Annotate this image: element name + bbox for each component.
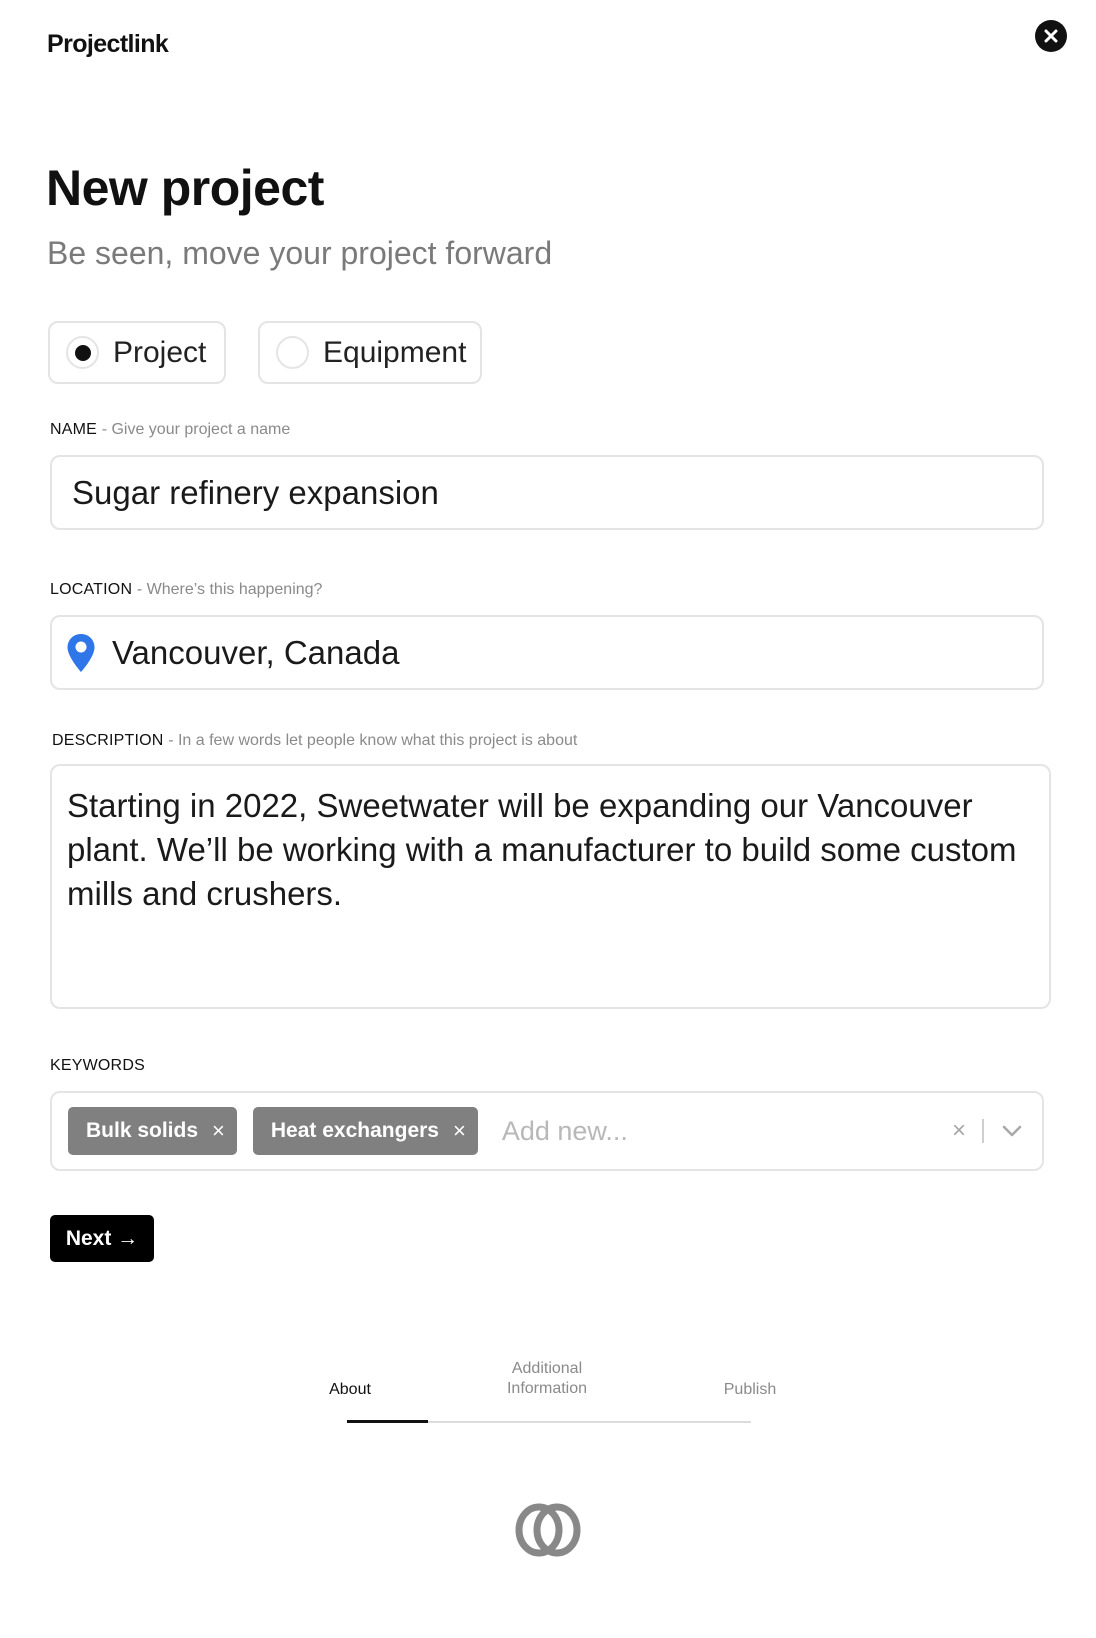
chevron-down-icon[interactable]	[1002, 1125, 1022, 1137]
step-publish[interactable]: Publish	[700, 1380, 800, 1400]
description-hint: - In a few words let people know what th…	[168, 732, 578, 749]
radio-option-project[interactable]: Project	[48, 321, 226, 384]
page-title: New project	[46, 160, 324, 216]
step-additional-information[interactable]: Additional Information	[487, 1359, 607, 1399]
keywords-label: KEYWORDS	[50, 1057, 145, 1074]
location-input-value: Vancouver, Canada	[112, 633, 400, 671]
radio-selected-icon	[66, 336, 99, 369]
close-circle-icon	[1044, 29, 1058, 43]
keyword-tag-label: Heat exchangers	[270, 1119, 439, 1142]
keyword-tag: Heat exchangers ×	[252, 1107, 478, 1155]
radio-label-equipment: Equipment	[323, 335, 467, 369]
page-subtitle: Be seen, move your project forward	[47, 235, 553, 271]
next-button[interactable]: Next →	[50, 1215, 154, 1262]
location-label: LOCATION - Where’s this happening?	[50, 581, 322, 599]
name-label-text: NAME	[50, 421, 98, 438]
location-label-text: LOCATION	[50, 581, 133, 598]
location-hint: - Where’s this happening?	[136, 581, 323, 598]
name-input[interactable]: Sugar refinery expansion	[50, 455, 1044, 530]
close-button[interactable]	[1035, 20, 1067, 52]
interlocking-rings-icon	[515, 1503, 581, 1557]
name-input-value: Sugar refinery expansion	[72, 473, 439, 511]
keyword-tag-label: Bulk solids	[86, 1119, 199, 1142]
description-textarea[interactable]: Starting in 2022, Sweetwater will be exp…	[50, 764, 1051, 1009]
map-pin-icon	[67, 633, 95, 672]
keyword-tag: Bulk solids ×	[68, 1107, 237, 1155]
progress-fill	[347, 1420, 428, 1423]
step-about[interactable]: About	[300, 1380, 400, 1400]
radio-label-project: Project	[113, 335, 207, 369]
name-hint: - Give your project a name	[101, 421, 291, 438]
keywords-input[interactable]: Bulk solids × Heat exchangers × Add new.…	[50, 1091, 1044, 1171]
description-label-text: DESCRIPTION	[52, 732, 164, 749]
keywords-divider	[982, 1119, 984, 1143]
radio-unselected-icon	[276, 336, 309, 369]
description-label: DESCRIPTION - In a few words let people …	[52, 732, 577, 750]
keywords-placeholder[interactable]: Add new...	[502, 1116, 952, 1147]
radio-option-equipment[interactable]: Equipment	[258, 321, 482, 384]
app-logo[interactable]: Projectlink	[47, 30, 169, 59]
remove-tag-icon[interactable]: ×	[453, 1118, 466, 1144]
name-label: NAME - Give your project a name	[50, 421, 290, 439]
location-input[interactable]: Vancouver, Canada	[50, 615, 1044, 690]
remove-tag-icon[interactable]: ×	[212, 1118, 225, 1144]
clear-keywords-icon[interactable]: ×	[952, 1117, 966, 1145]
